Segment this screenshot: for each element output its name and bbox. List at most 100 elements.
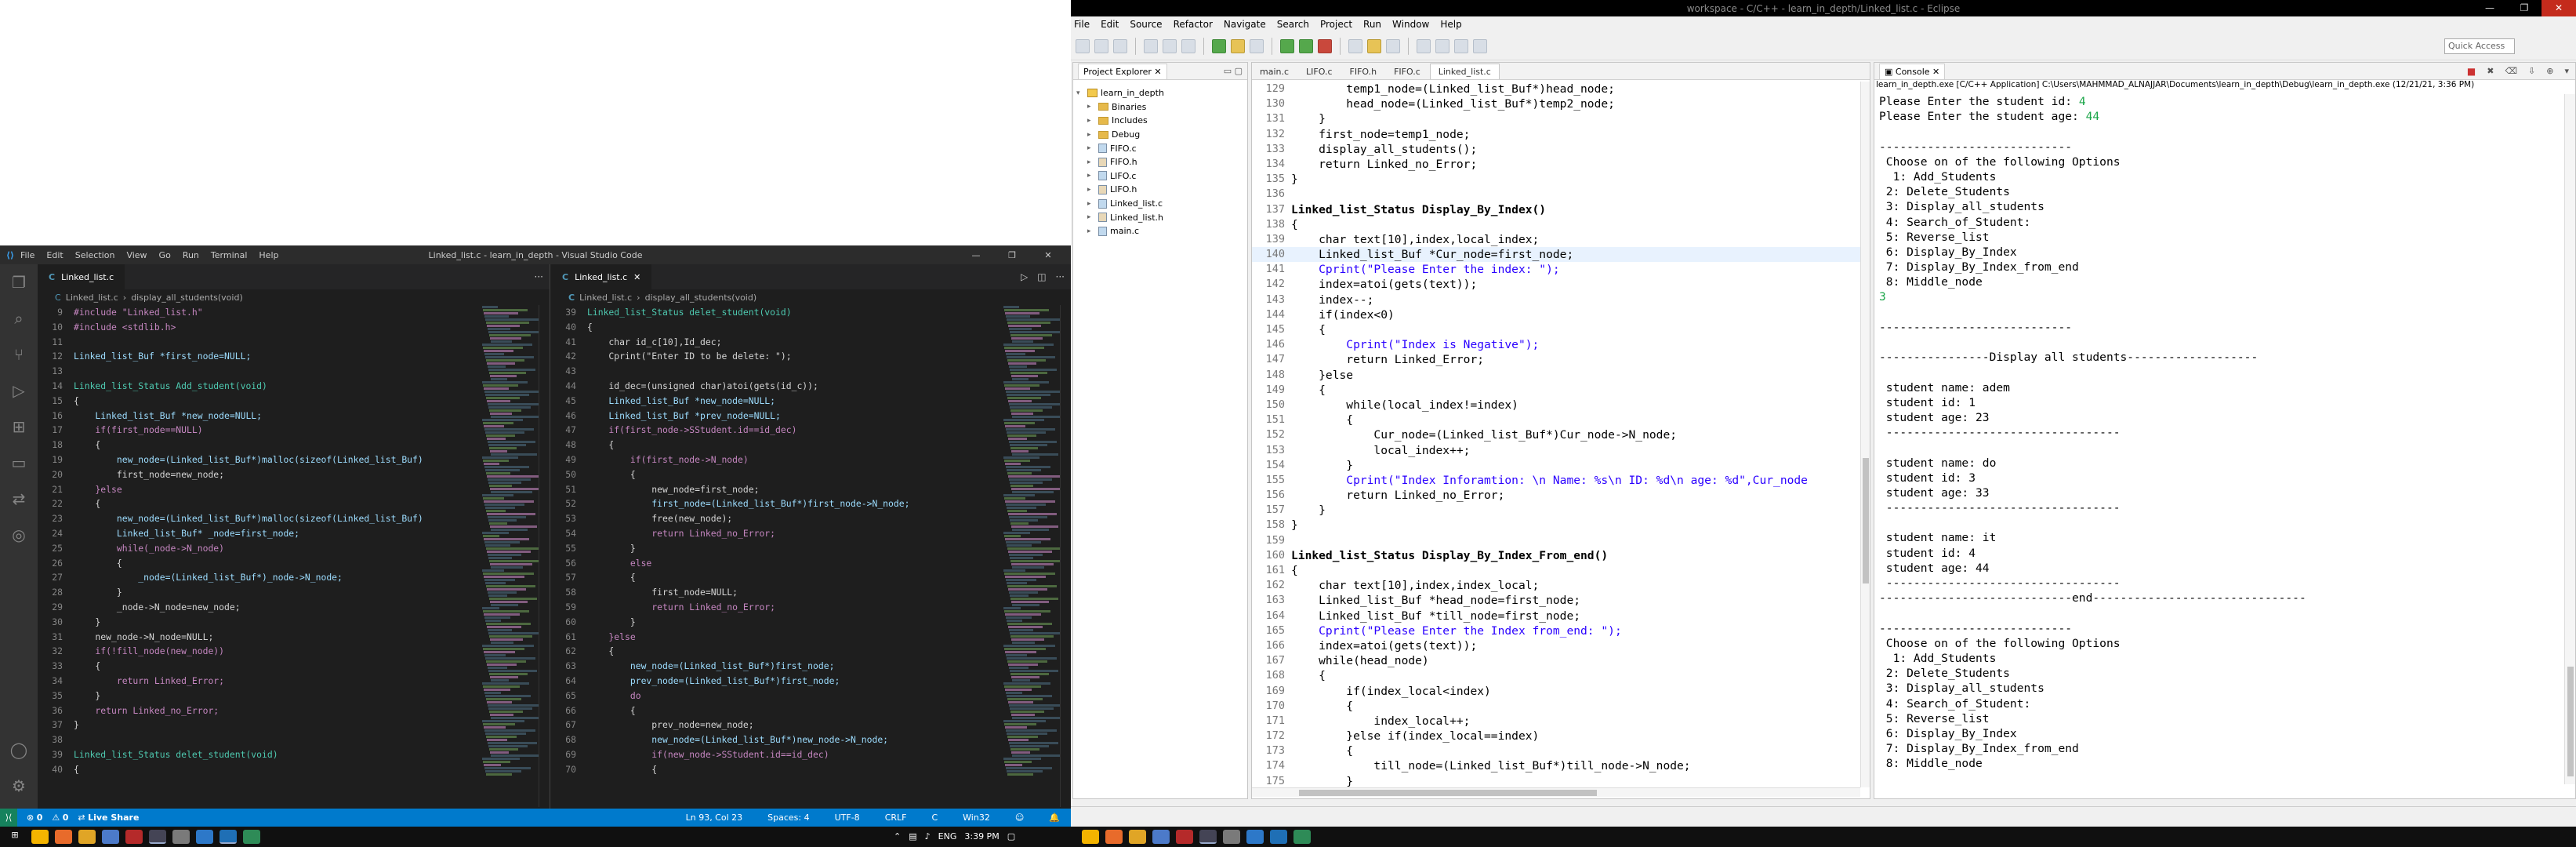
menu-item[interactable]: Run [183, 250, 199, 260]
expand-arrow-icon[interactable]: ▾ [1076, 89, 1084, 97]
expand-arrow-icon[interactable]: ▸ [1087, 131, 1095, 139]
scroll-thumb[interactable] [2567, 667, 2574, 776]
next-annotation-icon[interactable] [1417, 38, 1431, 53]
menu-item[interactable]: Selection [75, 250, 115, 260]
pin-console-icon[interactable]: ⊕ [2546, 66, 2553, 76]
search-icon[interactable] [1348, 38, 1362, 53]
more-actions-icon[interactable]: ··· [1056, 271, 1065, 282]
expand-arrow-icon[interactable]: ▸ [1087, 200, 1095, 208]
encoding[interactable]: UTF-8 [835, 812, 860, 823]
scroll-lock-icon[interactable]: ⇩ [2528, 66, 2535, 76]
explorer-icon[interactable]: ❐ [0, 264, 38, 300]
problems-errors[interactable]: ⊗ 0 [27, 812, 42, 823]
editor-tab[interactable]: FIFO.h [1342, 64, 1385, 79]
breadcrumb-file[interactable]: Linked_list.c [66, 293, 118, 303]
cursor-position[interactable]: Ln 93, Col 23 [686, 812, 743, 823]
clock[interactable]: 3:39 PM [964, 831, 999, 842]
restore-icon[interactable]: ❐ [994, 250, 1030, 260]
expand-arrow-icon[interactable]: ▸ [1087, 158, 1095, 166]
toggle-mark-icon[interactable] [1386, 38, 1400, 53]
remote-explorer-icon[interactable]: ▭ [0, 445, 38, 481]
testing-icon[interactable]: ◎ [0, 517, 38, 553]
scrollbar-left[interactable] [539, 305, 550, 807]
editor-tab-linked-list-left[interactable]: C Linked_list.c [38, 264, 125, 289]
menu-item[interactable]: Help [1440, 19, 1461, 30]
expand-arrow-icon[interactable]: ▸ [1087, 186, 1095, 194]
tree-item[interactable]: ▸ Binaries [1076, 100, 1247, 115]
tree-item[interactable]: ▸ LIFO.c [1076, 169, 1247, 184]
restore-icon[interactable]: ❐ [2507, 0, 2542, 16]
new-c-project-icon[interactable] [1212, 38, 1226, 53]
scrollbar-right[interactable] [1060, 305, 1071, 807]
source-control-icon[interactable]: ⑂ [0, 336, 38, 373]
platform[interactable]: Win32 [963, 812, 990, 823]
menu-item[interactable]: Search [1277, 19, 1309, 30]
expand-arrow-icon[interactable]: ▸ [1087, 144, 1095, 152]
menu-item[interactable]: Window [1392, 19, 1429, 30]
start-icon[interactable]: ⊞ [6, 830, 24, 844]
horizontal-scrollbar[interactable] [1252, 787, 1860, 797]
vscode-taskbar-icon[interactable] [1270, 830, 1287, 844]
search-icon[interactable]: ⌕ [0, 300, 38, 336]
tree-item[interactable]: ▸ Includes [1076, 114, 1247, 128]
new-icon[interactable] [1076, 38, 1090, 53]
firefox-icon[interactable] [55, 830, 72, 844]
more-actions-icon[interactable]: ··· [535, 271, 543, 282]
vscode-taskbar-icon[interactable] [220, 830, 237, 844]
new-source-folder-icon[interactable] [1231, 38, 1245, 53]
chrome-icon[interactable] [31, 830, 49, 844]
tree-item[interactable]: ▸ FIFO.c [1076, 141, 1247, 155]
tree-item[interactable]: ▸ Linked_list.c [1076, 197, 1247, 211]
code-editor[interactable]: 129 temp1_node=(Linked_list_Buf*)head_no… [1252, 82, 1860, 787]
menu-item[interactable]: Terminal [211, 250, 248, 260]
prev-annotation-icon[interactable] [1435, 38, 1449, 53]
build-config-icon[interactable] [1163, 38, 1177, 53]
vertical-scrollbar[interactable] [1860, 82, 1870, 787]
breadcrumb-file[interactable]: Linked_list.c [579, 293, 632, 303]
app-icon[interactable] [1246, 830, 1264, 844]
terminate-icon[interactable]: ■ [2467, 66, 2476, 77]
quick-access-input[interactable]: Quick Access [2444, 38, 2515, 54]
breadcrumb-symbol[interactable]: display_all_students(void) [131, 293, 243, 303]
notepad-icon[interactable] [1152, 830, 1170, 844]
open-type-icon[interactable] [1367, 38, 1381, 53]
new-class-icon[interactable] [1250, 38, 1264, 53]
console-scrollbar[interactable] [2564, 94, 2575, 784]
menu-item[interactable]: File [20, 250, 34, 260]
debug-icon[interactable] [1280, 38, 1294, 53]
code-editor-right[interactable]: 39 Linked_list_Status delet_student(void)… [551, 305, 1071, 807]
app-icon[interactable] [1293, 830, 1311, 844]
expand-arrow-icon[interactable]: ▸ [1087, 213, 1095, 221]
clear-console-icon[interactable]: ⌫ [2505, 66, 2517, 76]
tree-item[interactable]: ▸ Linked_list.h [1076, 210, 1247, 224]
back-icon[interactable] [1454, 38, 1468, 53]
settings-gear-icon[interactable]: ⚙ [0, 768, 38, 804]
project-explorer-tab[interactable]: Project Explorer ✕ [1078, 63, 1167, 79]
notifications-icon[interactable]: 🔔 [1049, 812, 1060, 823]
app-icon[interactable] [172, 830, 190, 844]
feedback-icon[interactable]: ☺ [1015, 812, 1024, 823]
tree-item[interactable]: ▸ LIFO.h [1076, 183, 1247, 197]
console-output[interactable]: Please Enter the student id: 4 Please Ent… [1874, 94, 2556, 784]
clean-icon[interactable] [1181, 38, 1195, 53]
expand-arrow-icon[interactable]: ▸ [1087, 172, 1095, 180]
editor-tab[interactable]: LIFO.c [1298, 64, 1340, 79]
notepad-icon[interactable] [102, 830, 119, 844]
menu-item[interactable]: Run [1363, 19, 1381, 30]
extensions-icon[interactable]: ⊞ [0, 409, 38, 445]
pdf-reader-icon[interactable] [125, 830, 143, 844]
menu-item[interactable]: Edit [46, 250, 63, 260]
split-editor-icon[interactable]: ◫ [1037, 271, 1046, 282]
pdf-reader-icon[interactable] [1176, 830, 1193, 844]
remove-launch-icon[interactable]: ✖ [2487, 66, 2494, 76]
chrome-icon[interactable] [1082, 830, 1099, 844]
forward-icon[interactable] [1473, 38, 1487, 53]
tray-chevron-icon[interactable]: ⌃ [894, 831, 901, 842]
tree-item[interactable]: ▸ main.c [1076, 224, 1247, 238]
eclipse-taskbar-icon[interactable] [149, 830, 166, 844]
menu-item[interactable]: Source [1130, 19, 1162, 30]
menu-item[interactable]: File [1074, 19, 1090, 30]
menu-item[interactable]: Help [259, 250, 278, 260]
run-icon[interactable]: ▷ [1021, 271, 1028, 282]
input-language[interactable]: ENG [938, 831, 957, 842]
